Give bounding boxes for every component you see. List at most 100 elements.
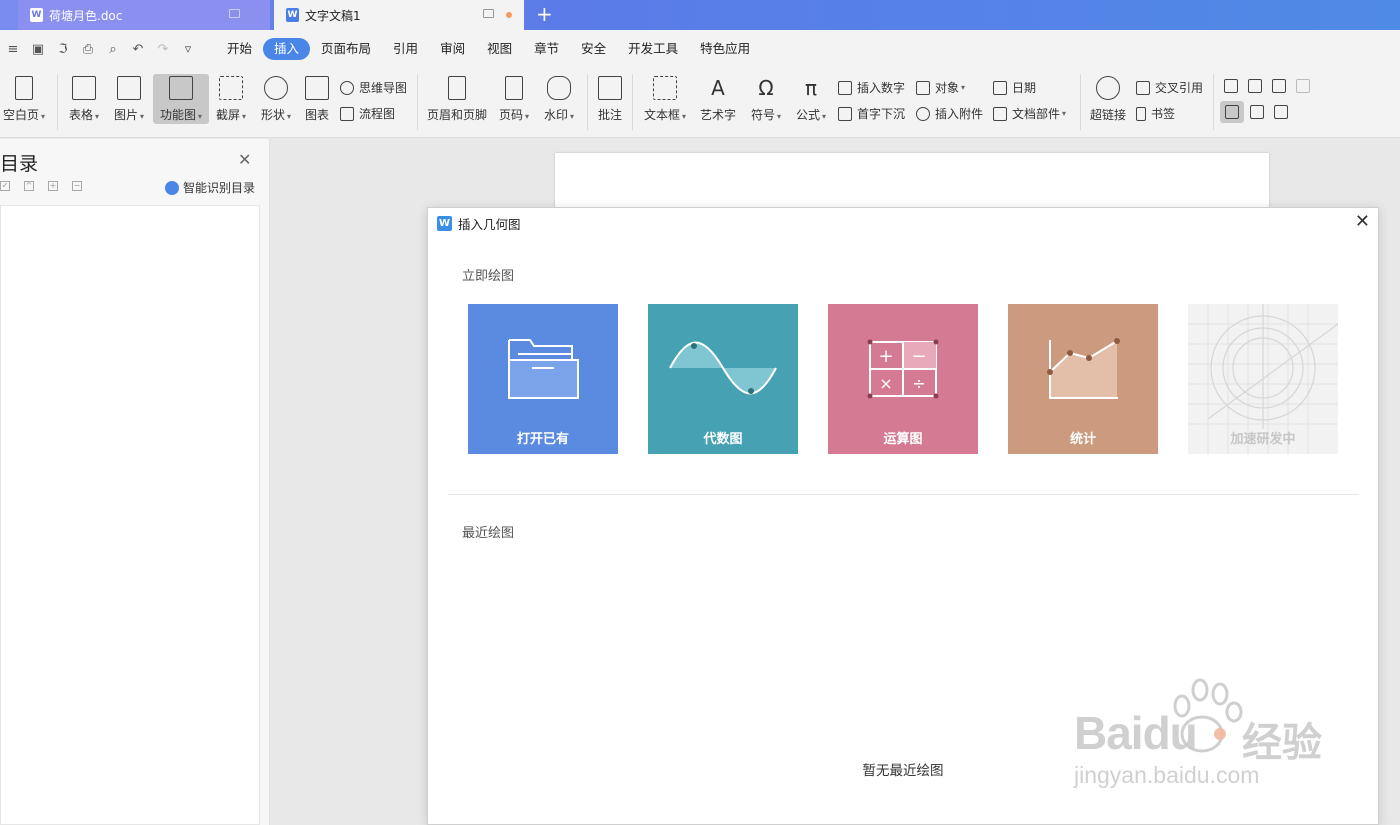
page-number-button[interactable]: 页码 xyxy=(496,76,532,123)
tab-bar: W 荷塘月色.doc W 文字文稿1 + xyxy=(0,0,1400,30)
menu-view[interactable]: 视图 xyxy=(476,38,523,60)
undo-icon[interactable]: ↶ xyxy=(127,39,149,59)
attachment-button[interactable]: 插入附件 xyxy=(916,105,983,122)
menu-toggle-icon[interactable]: ≡ xyxy=(2,39,24,59)
dropcap-icon xyxy=(838,106,852,121)
textbox-button[interactable]: 文本框 xyxy=(641,76,689,123)
doc-icon: W xyxy=(30,8,43,22)
cross-reference-button[interactable]: 交叉引用 xyxy=(1136,79,1203,96)
watermark-brand: Baidu xyxy=(1074,707,1198,759)
design-mode-button[interactable] xyxy=(1220,101,1244,123)
list-control-icon[interactable] xyxy=(1272,79,1286,93)
properties-icon[interactable] xyxy=(1250,105,1264,119)
dialog-title: 插入几何图 xyxy=(458,216,521,232)
watermark-url: jingyan.baidu.com xyxy=(1074,762,1260,788)
table-button[interactable]: 表格 xyxy=(66,76,102,123)
menu-security[interactable]: 安全 xyxy=(570,38,617,60)
section-divider xyxy=(448,494,1359,495)
blank-page-icon xyxy=(15,76,33,100)
function-chart-button[interactable]: 功能图 xyxy=(153,74,209,124)
minus-icon[interactable]: − xyxy=(72,181,82,191)
form-controls-row-2 xyxy=(1220,101,1293,123)
flowchart-button[interactable]: 流程图 xyxy=(340,105,395,122)
menu-insert[interactable]: 插入 xyxy=(263,38,311,60)
menu-page-layout[interactable]: 页面布局 xyxy=(310,38,382,60)
textbox-control-icon[interactable] xyxy=(1224,79,1238,93)
function-chart-icon xyxy=(169,76,193,100)
dialog-header: W 插入几何图 ✕ xyxy=(428,208,1378,238)
chevron-up-icon[interactable]: ^ xyxy=(24,181,34,191)
bookmark-button[interactable]: 书签 xyxy=(1136,105,1175,122)
picture-control-icon[interactable] xyxy=(1296,79,1310,93)
watermark-cn: 经验 xyxy=(1242,721,1322,765)
watermark-icon xyxy=(547,76,571,100)
tile-operation[interactable]: + − × ÷ 运算图 xyxy=(828,304,978,454)
svg-text:÷: ÷ xyxy=(912,374,925,393)
tab-document-1[interactable]: W 荷塘月色.doc xyxy=(18,0,270,30)
folder-icon xyxy=(508,339,579,399)
picture-button[interactable]: 图片 xyxy=(110,76,148,123)
document-page[interactable] xyxy=(555,153,1269,213)
tile-open-existing[interactable]: 打开已有 xyxy=(468,304,618,454)
menu-chapter[interactable]: 章节 xyxy=(523,38,570,60)
tile-algebra[interactable]: 代数图 xyxy=(648,304,798,454)
redo-icon[interactable]: ↷ xyxy=(152,39,174,59)
pi-icon: π xyxy=(804,76,818,100)
cross-reference-icon xyxy=(1136,80,1150,95)
date-button[interactable]: 日期 xyxy=(993,79,1036,96)
watermark-button[interactable]: 水印 xyxy=(541,76,577,123)
close-icon[interactable]: ✕ xyxy=(1355,212,1370,232)
dropcap-button[interactable]: 首字下沉 xyxy=(838,105,905,122)
save-icon[interactable]: ▣ xyxy=(27,39,49,59)
blank-page-button[interactable]: 空白页 xyxy=(0,76,48,123)
window-icon[interactable] xyxy=(229,9,240,18)
object-button[interactable]: 对象 xyxy=(916,79,965,96)
menu-review[interactable]: 审阅 xyxy=(429,38,476,60)
link-icon xyxy=(1096,76,1120,100)
menu-special[interactable]: 特色应用 xyxy=(689,38,761,60)
new-tab-button[interactable]: + xyxy=(536,4,553,24)
shapes-button[interactable]: 形状 xyxy=(257,76,295,123)
close-icon[interactable]: ✕ xyxy=(238,150,251,169)
robot-icon xyxy=(165,180,179,195)
screenshot-button[interactable]: 截屏 xyxy=(213,76,249,123)
hyperlink-button[interactable]: 超链接 xyxy=(1088,76,1128,123)
smart-toc-button[interactable]: 智能识别目录 xyxy=(165,179,255,196)
menu-home[interactable]: 开始 xyxy=(216,38,263,60)
calculator-icon: + − × ÷ xyxy=(867,339,939,399)
wordart-button[interactable]: A 艺术字 xyxy=(698,76,738,123)
plus-icon[interactable]: + xyxy=(48,181,58,191)
tab-document-2[interactable]: W 文字文稿1 xyxy=(274,0,524,30)
wordart-icon: A xyxy=(711,76,725,100)
svg-text:×: × xyxy=(879,374,892,393)
divider xyxy=(57,74,58,130)
window-icon[interactable] xyxy=(483,9,494,18)
menu-developer[interactable]: 开发工具 xyxy=(617,38,689,60)
paperclip-icon xyxy=(916,106,930,121)
mind-map-icon xyxy=(340,80,354,95)
tab-label: 文字文稿1 xyxy=(305,8,361,23)
menu-references[interactable]: 引用 xyxy=(382,38,429,60)
omega-icon: Ω xyxy=(758,76,774,100)
shapes-icon xyxy=(264,76,288,100)
chart-button[interactable]: 图表 xyxy=(302,76,332,123)
tab-bar-left-strip xyxy=(0,0,18,30)
doc-parts-icon xyxy=(993,106,1007,121)
print-preview-icon[interactable]: ⌕ xyxy=(102,39,124,59)
header-footer-button[interactable]: 页眉和页脚 xyxy=(425,76,489,123)
more-icon[interactable]: ▿ xyxy=(177,39,199,59)
symbol-button[interactable]: Ω 符号 xyxy=(747,76,785,123)
toc-title: 目录 xyxy=(0,153,39,175)
insert-number-button[interactable]: 插入数字 xyxy=(838,79,905,96)
tile-statistics[interactable]: 统计 xyxy=(1008,304,1158,454)
check-icon[interactable]: ✓ xyxy=(0,181,10,191)
doc-parts-button[interactable]: 文档部件 xyxy=(993,105,1066,122)
checkbox-control-icon[interactable] xyxy=(1248,79,1262,93)
print-icon[interactable]: ⎙ xyxy=(77,39,99,59)
mind-map-button[interactable]: 思维导图 xyxy=(340,79,407,96)
comment-button[interactable]: 批注 xyxy=(595,76,625,123)
flowchart-icon xyxy=(340,106,354,121)
formula-button[interactable]: π 公式 xyxy=(792,76,830,123)
lock-icon[interactable] xyxy=(1274,105,1288,119)
format-painter-icon[interactable]: ℑ xyxy=(52,39,74,59)
